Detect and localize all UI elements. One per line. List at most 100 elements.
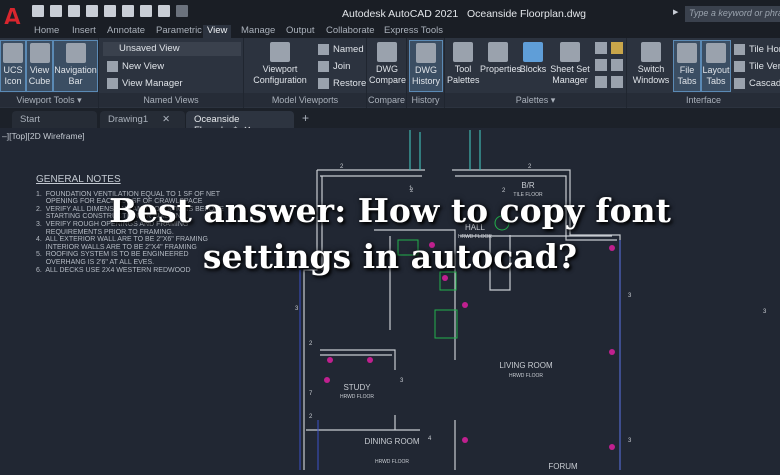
room-label: DINING ROOM [364,437,419,446]
document-tabs: Start Drawing1✕ Oceanside Floorplan*✕ + [0,108,780,136]
named-view-dropdown[interactable]: Unsaved View [103,42,241,56]
named-viewports-icon [318,44,329,55]
navigation-bar-button[interactable]: Navigation Bar [53,40,98,92]
print-icon[interactable] [140,5,152,17]
cascade-icon [734,78,745,89]
new-tab-button[interactable]: + [302,111,309,125]
tab-manage[interactable]: Manage [237,25,279,38]
tab-home[interactable]: Home [30,25,63,38]
svg-text:3: 3 [763,309,767,315]
svg-text:3: 3 [628,438,632,444]
cloud-icon[interactable] [104,5,116,17]
counter [434,309,458,339]
panel-named-views: Unsaved View New View View Manager Named… [99,38,244,108]
panel-model-viewports: Viewport Configuration Named Join Restor… [244,38,367,108]
sheet-set-manager-button[interactable]: Sheet Set Manager [550,40,590,86]
tab-annotate[interactable]: Annotate [103,25,149,38]
view-manager-button[interactable]: View Manager [107,78,183,89]
entry-wall [409,130,481,170]
tool-palettes-button[interactable]: Tool Palettes [447,40,480,86]
restore-icon [318,78,329,89]
layout-tabs-button[interactable]: Layout Tabs [701,40,731,92]
svg-text:HRWD FLOOR: HRWD FLOOR [340,394,374,400]
clock-icon [416,43,436,63]
panel-label[interactable]: Viewport Tools ▾ [0,93,98,107]
file-tabs-icon [677,43,697,63]
save-icon[interactable] [68,5,80,17]
notes-title: GENERAL NOTES [36,174,121,185]
file-tabs-button[interactable]: File Tabs [673,40,701,92]
viewport-controls[interactable]: –][Top][2D Wireframe] [2,131,85,141]
tab-insert[interactable]: Insert [68,25,100,38]
panel-interface: Switch Windows File Tabs Layout Tabs Til… [627,38,780,108]
blocks-icon [523,42,543,62]
title-bar: A Autodesk AutoCAD 2021 Oceanside Floorp… [0,0,780,32]
redo-icon[interactable] [176,5,188,17]
command-line-icon[interactable] [595,42,607,54]
ucs-icon-button[interactable]: UCS Icon [0,40,26,92]
tab-output[interactable]: Output [282,25,319,38]
view-manager-icon [107,78,118,89]
panel-compare: DWG Compare Compare [367,38,407,108]
dwg-compare-button[interactable]: DWG Compare [369,40,406,86]
calculator-icon[interactable] [611,59,623,71]
layout-tabs-icon [706,43,726,63]
svg-text:4: 4 [428,436,432,442]
compare-icon [377,42,397,62]
window-title: Autodesk AutoCAD 2021 Oceanside Floorpla… [342,8,587,20]
close-icon[interactable]: ✕ [162,114,170,125]
join-icon [318,61,329,72]
tab-collaborate[interactable]: Collaborate [322,25,379,38]
sheet-set-icon [560,42,580,62]
cube-icon [29,43,50,63]
article-title-overlay: Best answer: How to copy font settings i… [109,191,671,276]
layers-icon[interactable] [611,42,623,54]
undo-icon[interactable] [158,5,170,17]
blocks-button[interactable]: Blocks [516,40,550,75]
panel-label[interactable]: Palettes ▾ [445,93,626,107]
tab-parametric[interactable]: Parametric [152,25,206,38]
share-icon[interactable] [122,5,134,17]
new-icon[interactable] [32,5,44,17]
properties-button[interactable]: Properties [480,40,521,75]
switch-windows-button[interactable]: Switch Windows [629,40,673,86]
svg-text:2: 2 [309,341,313,347]
tab-start[interactable]: Start [12,111,97,128]
svg-text:3: 3 [400,378,404,384]
room-label: FORUM [548,462,578,470]
svg-text:2: 2 [340,164,344,170]
clipboard-icon[interactable] [611,76,623,88]
panel-label: Compare [367,93,406,107]
named-button[interactable]: Named [318,44,364,55]
design-center-icon[interactable] [595,76,607,88]
svg-text:2: 2 [528,164,532,170]
tab-drawing1[interactable]: Drawing1 ✕ [100,111,185,128]
dwg-history-button[interactable]: DWG History [409,40,443,92]
panel-palettes: Tool Palettes Properties Blocks Sheet Se… [445,38,627,108]
restore-button[interactable]: Restore [318,78,366,89]
tab-express-tools[interactable]: Express Tools [380,25,447,38]
markup-icon[interactable] [595,59,607,71]
new-view-button[interactable]: New View [107,61,164,72]
tile-horizontally-button[interactable]: Tile Horizontally [734,44,780,55]
cascade-button[interactable]: Cascade [734,78,780,89]
search-input[interactable]: Type a keyword or phrase [685,6,780,22]
svg-text:HRWD FLOOR: HRWD FLOOR [509,373,543,379]
panel-label: Model Viewports [244,93,366,107]
tile-vertically-button[interactable]: Tile Vertically [734,61,780,72]
save-as-icon[interactable] [86,5,98,17]
panel-label: Named Views [99,93,243,107]
ribbon: UCS Icon View Cube Navigation Bar Viewpo… [0,38,780,108]
tile-horizontal-icon [734,44,745,55]
view-cube-button[interactable]: View Cube [26,40,53,92]
tab-oceanside-floorplan[interactable]: Oceanside Floorplan*✕ [186,111,294,136]
tab-view[interactable]: View [203,25,232,38]
join-button[interactable]: Join [318,61,350,72]
room-label: LIVING ROOM [499,361,553,370]
viewport-icon [270,42,290,62]
svg-text:7: 7 [309,391,313,397]
open-icon[interactable] [50,5,62,17]
ribbon-tabs: Home Insert Annotate Parametric View Man… [0,24,780,38]
viewport-configuration-button[interactable]: Viewport Configuration [248,40,312,86]
search-expand-icon[interactable]: ▶ [673,8,678,16]
